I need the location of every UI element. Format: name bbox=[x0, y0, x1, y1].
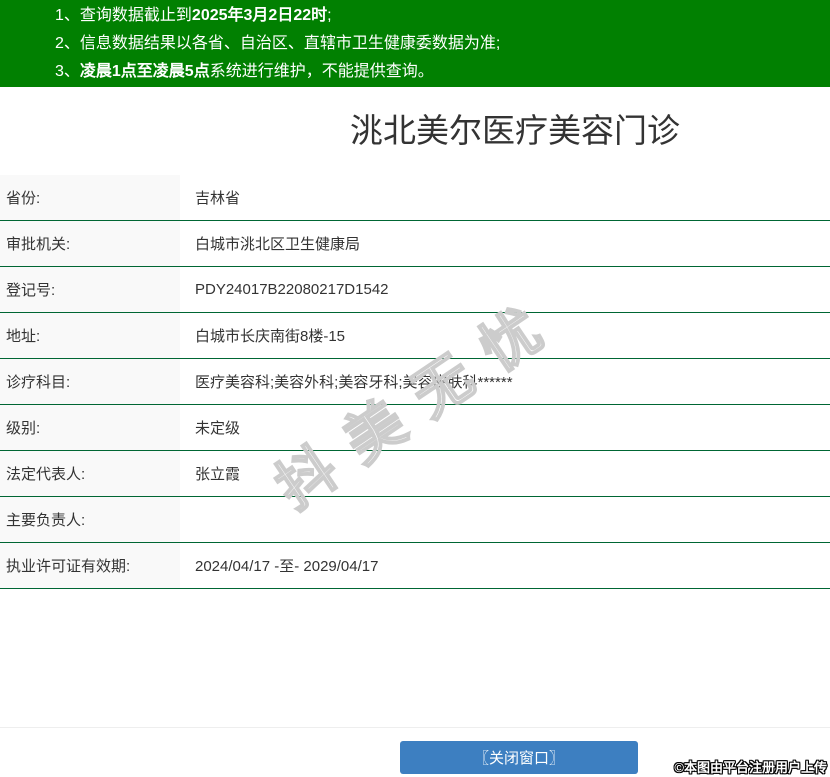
notice-bold-text: 凌晨1点至凌晨5点 bbox=[79, 63, 210, 80]
notice-line-1: 1、查询数据截止到2025年3月2日22时; bbox=[55, 2, 820, 30]
notice-number: 2、 bbox=[55, 35, 80, 52]
notice-number: 1、 bbox=[55, 7, 80, 24]
row-value: 白城市长庆南街8楼-15 bbox=[195, 328, 346, 345]
row-label: 主要负责人: bbox=[0, 497, 180, 542]
row-value: 未定级 bbox=[195, 420, 241, 437]
row-value: 张立霞 bbox=[195, 466, 241, 483]
row-label: 诊疗科目: bbox=[0, 359, 180, 404]
row-value: 白城市洮北区卫生健康局 bbox=[195, 236, 361, 253]
table-row-main-person-in-charge: 主要负责人: bbox=[0, 497, 830, 543]
notice-line-2: 2、信息数据结果以各省、自治区、直辖市卫生健康委数据为准; bbox=[55, 30, 820, 58]
notice-text: 信息数据结果以各省、自治区、直辖市卫生健康委数据为准; bbox=[79, 35, 501, 52]
close-window-button[interactable]: 〖关闭窗口〗 bbox=[400, 741, 638, 774]
copyright-stamp: ©本图由平台注册用户上传 bbox=[674, 760, 827, 775]
row-value: 医疗美容科;美容外科;美容牙科;美容皮肤科****** bbox=[195, 374, 513, 391]
license-info-table: 省份: 吉林省 审批机关: 白城市洮北区卫生健康局 登记号: PDY24017B… bbox=[0, 175, 830, 589]
row-label: 级别: bbox=[0, 405, 180, 450]
row-label: 法定代表人: bbox=[0, 451, 180, 496]
row-value: 吉林省 bbox=[195, 190, 241, 207]
row-value: PDY24017B22080217D1542 bbox=[195, 281, 389, 298]
footer-divider bbox=[0, 727, 830, 728]
row-label: 审批机关: bbox=[0, 221, 180, 266]
query-result-page: 1、查询数据截止到2025年3月2日22时; 2、信息数据结果以各省、自治区、直… bbox=[0, 0, 830, 777]
row-value bbox=[180, 497, 830, 542]
table-row-province: 省份: 吉林省 bbox=[0, 175, 830, 221]
notice-line-3: 3、凌晨1点至凌晨5点系统进行维护，不能提供查询。 bbox=[55, 58, 820, 86]
notice-bold-text: 2025年3月2日22时 bbox=[191, 7, 328, 24]
row-label: 地址: bbox=[0, 313, 180, 358]
table-row-registration-number: 登记号: PDY24017B22080217D1542 bbox=[0, 267, 830, 313]
table-row-legal-representative: 法定代表人: 张立霞 bbox=[0, 451, 830, 497]
notice-text: 查询数据截止到 bbox=[79, 7, 192, 24]
notice-banner: 1、查询数据截止到2025年3月2日22时; 2、信息数据结果以各省、自治区、直… bbox=[0, 0, 830, 87]
table-row-level: 级别: 未定级 bbox=[0, 405, 830, 451]
title-area: 洮北美尔医疗美容门诊 bbox=[0, 87, 830, 149]
row-label: 执业许可证有效期: bbox=[0, 543, 180, 588]
notice-text: 系统进行维护，不能提供查询。 bbox=[209, 63, 434, 80]
table-row-address: 地址: 白城市长庆南街8楼-15 bbox=[0, 313, 830, 359]
notice-number: 3、 bbox=[55, 63, 80, 80]
table-row-license-validity: 执业许可证有效期: 2024/04/17 -至- 2029/04/17 bbox=[0, 543, 830, 589]
table-row-treatment-subjects: 诊疗科目: 医疗美容科;美容外科;美容牙科;美容皮肤科****** bbox=[0, 359, 830, 405]
row-value: 2024/04/17 -至- 2029/04/17 bbox=[195, 558, 379, 575]
notice-text: ; bbox=[327, 7, 332, 24]
table-row-approval-authority: 审批机关: 白城市洮北区卫生健康局 bbox=[0, 221, 830, 267]
row-label: 省份: bbox=[0, 175, 180, 220]
page-title: 洮北美尔医疗美容门诊 bbox=[350, 112, 680, 149]
row-label: 登记号: bbox=[0, 267, 180, 312]
